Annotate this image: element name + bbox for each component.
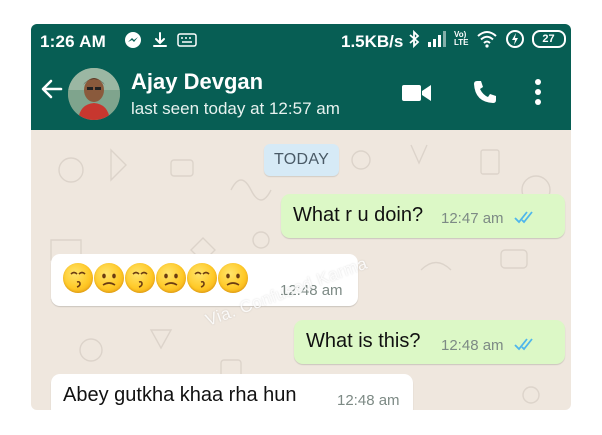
message-time: 12:47 am: [441, 210, 504, 227]
contact-name[interactable]: Ajay Devgan: [131, 69, 263, 95]
kissing-face-icon: [63, 263, 93, 293]
message-bubble-incoming[interactable]: Abey gutkha khaa rha hun 12:48 am: [51, 374, 413, 410]
avatar[interactable]: [68, 68, 120, 120]
signal-icon: [428, 31, 446, 47]
wifi-icon: [476, 31, 497, 48]
status-bar: 1:26 AM 1.5KB/s Vo) LTE 27: [31, 24, 571, 58]
whatsapp-screen: 1:26 AM 1.5KB/s Vo) LTE 27 Ajay Devgan l…: [31, 24, 571, 410]
message-text: Abey gutkha khaa rha hun: [63, 384, 297, 406]
back-arrow-icon[interactable]: [39, 76, 65, 102]
messenger-icon: [125, 32, 141, 48]
keyboard-icon: [177, 33, 197, 47]
data-saver-icon: [505, 30, 524, 48]
more-icon[interactable]: [534, 78, 542, 106]
message-time: 12:48 am: [441, 337, 504, 354]
kissing-face-icon: [125, 263, 155, 293]
phone-icon[interactable]: [471, 78, 499, 106]
message-text: What is this?: [306, 330, 421, 352]
message-time: 12:48 am: [337, 392, 400, 409]
video-call-icon[interactable]: [401, 82, 433, 104]
chat-header: Ajay Devgan last seen today at 12:57 am: [31, 58, 571, 130]
confused-face-icon: [218, 263, 248, 293]
bluetooth-icon: [409, 29, 420, 49]
message-text: What r u doin?: [293, 204, 424, 226]
read-ticks-icon: [514, 338, 533, 351]
emoji-row: [63, 263, 248, 293]
kissing-face-icon: [187, 263, 217, 293]
volte-icon: Vo) LTE: [454, 30, 469, 47]
date-chip: TODAY: [264, 144, 340, 176]
message-bubble-outgoing[interactable]: What r u doin? 12:47 am: [281, 194, 565, 238]
confused-face-icon: [156, 263, 186, 293]
download-icon: [153, 32, 167, 47]
last-seen-status: last seen today at 12:57 am: [131, 99, 340, 118]
read-ticks-icon: [514, 211, 533, 224]
battery-icon: 27: [531, 30, 566, 48]
message-bubble-outgoing[interactable]: What is this? 12:48 am: [294, 320, 565, 364]
network-speed: 1.5KB/s: [341, 32, 404, 51]
status-time: 1:26 AM: [40, 32, 106, 51]
chat-area[interactable]: TODAY What r u doin? 12:47 am 12:48 am V…: [31, 130, 571, 410]
confused-face-icon: [94, 263, 124, 293]
